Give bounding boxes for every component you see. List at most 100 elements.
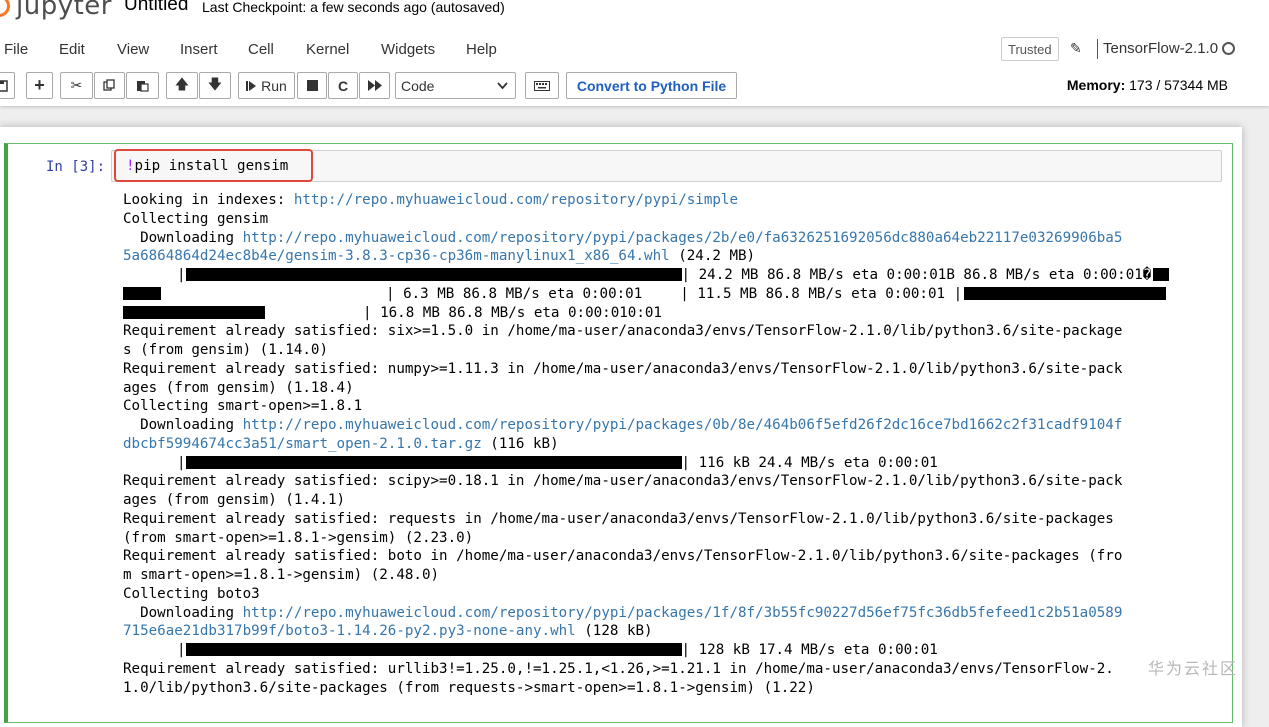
output-line: Requirement already satisfied: boto in /… xyxy=(123,548,1123,565)
menu-widgets[interactable]: Widgets xyxy=(381,41,435,58)
run-button[interactable]: Run xyxy=(238,72,295,99)
jupyter-logo[interactable]: jupyter xyxy=(0,0,112,21)
interrupt-button[interactable] xyxy=(297,72,327,99)
output-link[interactable]: 5a6864864d24ec8b4e/gensim-3.8.3-cp36-cp3… xyxy=(123,248,670,264)
output-line: Downloading http://repo.myhuaweicloud.co… xyxy=(123,604,1123,621)
output-line: ages (from gensim) (1.4.1) xyxy=(123,492,346,508)
menu-insert[interactable]: Insert xyxy=(180,41,218,58)
copy-button[interactable] xyxy=(94,72,125,99)
kernel-separator xyxy=(1097,39,1098,59)
output-link[interactable]: 715e6ae21db317b99f/boto3-1.14.26-py2.py3… xyxy=(123,623,576,639)
cell-type-value: Code xyxy=(401,78,435,94)
output-line: Looking in indexes: http://repo.myhuawei… xyxy=(123,192,739,208)
menu-help[interactable]: Help xyxy=(466,41,497,58)
kernel-name[interactable]: TensorFlow-2.1.0 xyxy=(1103,40,1218,57)
kernel-idle-icon xyxy=(1222,42,1235,55)
paste-button[interactable] xyxy=(126,72,159,99)
pencil-icon[interactable]: ✎ xyxy=(1070,40,1082,57)
restart-icon: C xyxy=(337,77,349,94)
menu-file[interactable]: File xyxy=(4,41,28,58)
output-line: 5a6864864d24ec8b4e/gensim-3.8.3-cp36-cp3… xyxy=(123,248,756,265)
fast-forward-icon xyxy=(367,80,382,91)
chevron-down-icon xyxy=(497,82,508,90)
progress-bar xyxy=(185,268,682,281)
cell-output: Looking in indexes: http://repo.myhuawei… xyxy=(123,191,1223,697)
progress-line: | | 116 kB 24.4 MB/s eta 0:00:01 xyxy=(177,454,938,471)
code-command: pip install gensim xyxy=(134,158,289,174)
output-line: s (from gensim) (1.14.0) xyxy=(123,342,328,358)
output-line: Downloading http://repo.myhuaweicloud.co… xyxy=(123,417,1123,433)
memory-label: Memory: xyxy=(1066,77,1126,93)
output-link[interactable]: http://repo.myhuaweicloud.com/repository… xyxy=(243,605,1123,621)
convert-to-python-button[interactable]: Convert to Python File xyxy=(566,72,737,99)
keyboard-icon xyxy=(534,80,550,91)
output-link[interactable]: http://repo.myhuaweicloud.com/repository… xyxy=(243,230,1123,246)
output-line: Requirement already satisfied: numpy>=1.… xyxy=(123,360,1123,377)
save-button[interactable] xyxy=(0,72,15,99)
restart-run-all-button[interactable] xyxy=(359,72,390,99)
restart-button[interactable]: C xyxy=(328,72,358,99)
progress-bar xyxy=(185,643,682,656)
output-link[interactable]: dbcbf5994674cc3a51/smart_open-2.1.0.tar.… xyxy=(123,436,482,452)
output-line: Downloading http://repo.myhuaweicloud.co… xyxy=(123,229,1123,246)
output-line: Collecting boto3 xyxy=(123,585,260,602)
input-prompt: In [3]: xyxy=(46,159,106,175)
menu-edit[interactable]: Edit xyxy=(59,41,85,58)
output-link[interactable]: http://repo.myhuaweicloud.com/repository… xyxy=(243,417,1123,433)
output-line: Requirement already satisfied: requests … xyxy=(123,510,1114,527)
menu-kernel[interactable]: Kernel xyxy=(306,41,349,58)
output-line: 1.0/lib/python3.6/site-packages (from re… xyxy=(123,679,815,696)
save-icon xyxy=(0,79,8,92)
cut-button[interactable]: ✂ xyxy=(60,72,93,99)
output-line: dbcbf5994674cc3a51/smart_open-2.1.0.tar.… xyxy=(123,435,559,452)
output-line: Collecting smart-open>=1.8.1 xyxy=(123,398,363,415)
code-bang: ! xyxy=(126,158,135,174)
arrow-down-icon: 🡇 xyxy=(207,75,223,92)
toolbar: + ✂ 🡅 🡇 Run C Code Convert to Python Fil… xyxy=(0,72,1269,100)
add-cell-button[interactable]: + xyxy=(26,72,53,99)
notebook-title[interactable]: Untitled xyxy=(124,0,188,16)
move-down-button[interactable]: 🡇 xyxy=(199,72,231,99)
progress-bar xyxy=(1153,268,1170,281)
output-line: Requirement already satisfied: urllib3!=… xyxy=(123,660,1114,677)
output-line: Collecting gensim xyxy=(123,210,269,227)
plus-icon: + xyxy=(34,75,45,95)
code-text[interactable]: !pip install gensim xyxy=(126,158,288,174)
output-line: ages (from gensim) (1.18.4) xyxy=(123,379,354,396)
progress-bar xyxy=(185,455,682,469)
output-line: 715e6ae21db317b99f/boto3-1.14.26-py2.py3… xyxy=(123,623,653,640)
output-line: Requirement already satisfied: scipy>=0.… xyxy=(123,473,1123,490)
command-palette-button[interactable] xyxy=(525,72,559,99)
copy-icon xyxy=(103,79,115,91)
menu-view[interactable]: View xyxy=(117,41,149,58)
stop-icon xyxy=(306,80,318,91)
cell-type-select[interactable]: Code xyxy=(395,72,516,99)
step-forward-icon xyxy=(246,80,257,91)
output-line: Requirement already satisfied: six>=1.5.… xyxy=(123,323,1123,340)
scissors-icon: ✂ xyxy=(70,77,83,93)
progress-line: | 6.3 MB 86.8 MB/s eta 0:00:01 | 11.5 MB … xyxy=(123,285,1223,304)
output-link[interactable]: http://repo.myhuaweicloud.com/repository… xyxy=(294,192,738,208)
checkpoint-status: Last Checkpoint: a few seconds ago (auto… xyxy=(202,0,505,15)
code-cell[interactable]: In [3]: !pip install gensim Looking in i… xyxy=(4,143,1233,723)
paste-icon xyxy=(137,81,149,92)
progress-bar xyxy=(123,305,265,319)
notebook-header: jupyter Untitled Last Checkpoint: a few … xyxy=(0,0,1269,106)
arrow-up-icon: 🡅 xyxy=(174,75,190,92)
memory-value: 173 / 57344 MB xyxy=(1129,77,1228,93)
progress-line: | 16.8 MB 86.8 MB/s eta 0:00:010:01 xyxy=(123,304,1223,323)
progress-line: | | 128 kB 17.4 MB/s eta 0:00:01 xyxy=(177,642,938,658)
logo-text: jupyter xyxy=(16,0,112,21)
menu-cell[interactable]: Cell xyxy=(248,41,274,58)
move-up-button[interactable]: 🡅 xyxy=(166,72,198,99)
run-label: Run xyxy=(261,77,287,94)
memory-usage: Memory: 173 / 57344 MB xyxy=(1067,77,1228,93)
output-line: m smart-open>=1.8.1->gensim) (2.48.0) xyxy=(123,567,440,583)
watermark: 华为云社区 xyxy=(1148,659,1239,678)
notebook-container: In [3]: !pip install gensim Looking in i… xyxy=(0,127,1242,727)
progress-bar xyxy=(964,286,1167,300)
progress-bar xyxy=(123,286,161,300)
trusted-indicator[interactable]: Trusted xyxy=(1001,37,1059,61)
progress-line: | | 24.2 MB 86.8 MB/s eta 0:00:01B 86.8 M… xyxy=(123,266,1223,285)
output-line: (from smart-open>=1.8.1->gensim) (2.23.0… xyxy=(123,529,474,546)
